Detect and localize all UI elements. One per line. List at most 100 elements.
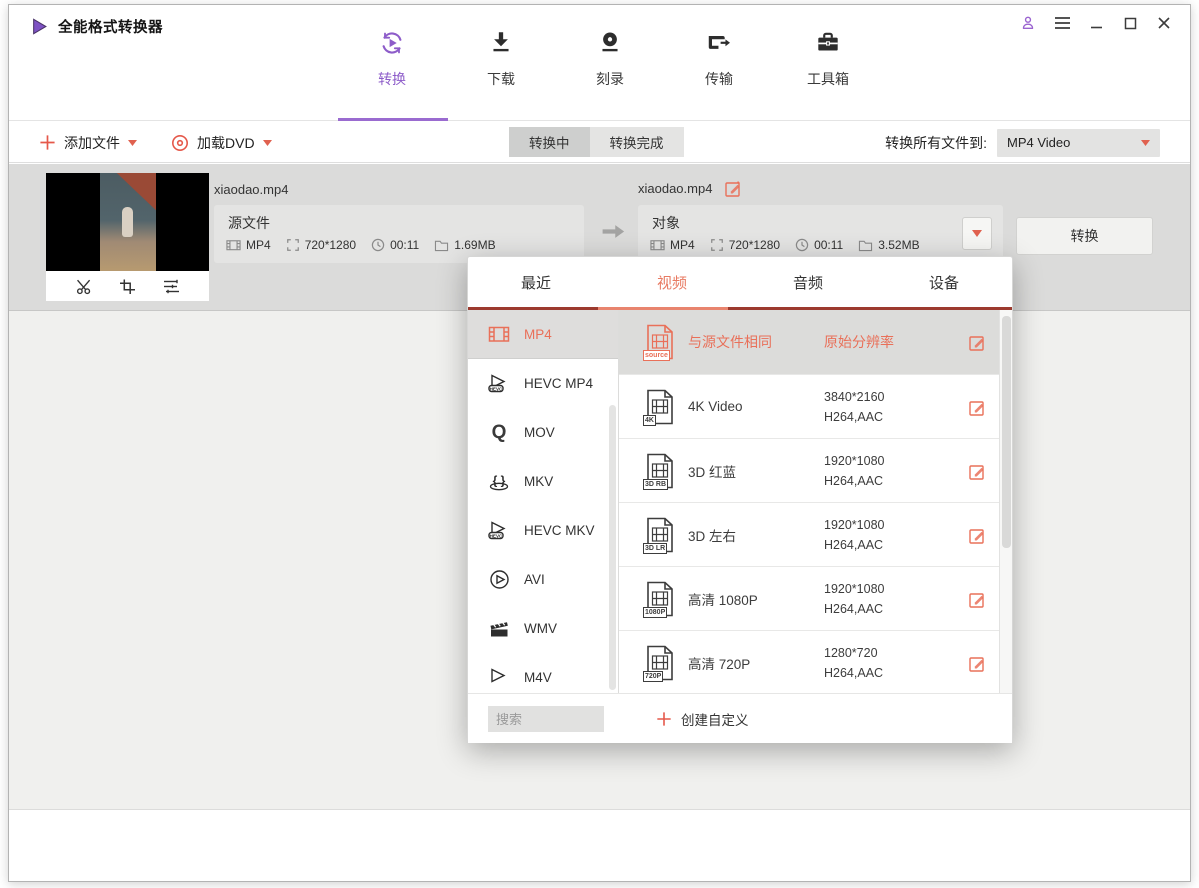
preset-file-icon: 720P <box>646 645 674 681</box>
preset-badge: 720P <box>643 671 663 682</box>
nav-tab-convert[interactable]: 转换 <box>342 29 442 89</box>
search-input[interactable] <box>488 706 604 732</box>
preset-row-hd-720p[interactable]: 720P 高清 720P 1280*720 H264,AAC <box>619 630 1001 693</box>
preset-row-same-as-source[interactable]: source 与源文件相同 原始分辨率 <box>619 310 1001 374</box>
tab-converting[interactable]: 转换中 <box>509 127 590 157</box>
convert-icon <box>378 29 406 62</box>
edit-preset-icon[interactable] <box>968 654 986 677</box>
menu-icon[interactable] <box>1050 13 1074 33</box>
edit-preset-icon[interactable] <box>968 333 986 356</box>
output-format-select[interactable]: MP4 Video <box>997 129 1160 157</box>
crop-icon[interactable] <box>119 278 136 295</box>
preset-row-3d-leftright[interactable]: 3D LR 3D 左右 1920*1080H264,AAC <box>619 502 1001 566</box>
format-label: MP4 <box>524 327 552 342</box>
trim-scissors-icon[interactable] <box>75 277 93 295</box>
popup-tab-audio[interactable]: 音频 <box>740 257 876 307</box>
nav-label-transfer: 传输 <box>705 69 733 89</box>
source-file-icon: source <box>646 324 674 360</box>
format-list-scrollbar[interactable] <box>609 405 616 690</box>
preset-badge: 1080P <box>643 607 667 618</box>
load-dvd-button[interactable]: 加载DVD <box>171 133 272 153</box>
format-item-hevc-mp4[interactable]: HEVC HEVC MP4 <box>468 359 618 408</box>
nav-label-burn: 刻录 <box>596 69 624 89</box>
avi-play-circle-icon <box>487 569 511 590</box>
preset-row-hd-1080p[interactable]: 1080P 高清 1080P 1920*1080H264,AAC <box>619 566 1001 630</box>
video-thumbnail[interactable] <box>46 173 209 271</box>
edit-preset-icon[interactable] <box>968 526 986 549</box>
format-label: MOV <box>524 425 555 440</box>
plus-icon <box>656 711 672 727</box>
preset-file-icon: 4K <box>646 389 674 425</box>
m4v-play-icon <box>487 667 511 689</box>
preset-codec: H264,AAC <box>824 666 883 680</box>
minimize-button[interactable] <box>1084 13 1108 33</box>
popup-tab-device[interactable]: 设备 <box>876 257 1012 307</box>
target-format: MP4 <box>670 238 695 252</box>
format-item-mkv[interactable]: { } MKV <box>468 457 618 506</box>
film-icon <box>650 238 665 252</box>
toolbar: 添加文件 加载DVD 转换中 转换完成 转换所有文件到: MP <box>9 122 1190 163</box>
preset-badge: 3D LR <box>643 543 667 554</box>
preset-resolution: 3840*2160 <box>824 390 884 404</box>
bottom-bar: 输出 E:\全能格式转换器\Converted 合并全部视频 全部转换 <box>9 809 1190 882</box>
format-list: MP4 HEVC HEVC MP4 Q MOV { } MKV <box>468 310 618 693</box>
source-duration: 00:11 <box>390 238 419 252</box>
format-item-hevc-mkv[interactable]: HEVC HEVC MKV <box>468 506 618 555</box>
format-item-mov[interactable]: Q MOV <box>468 408 618 457</box>
format-item-m4v[interactable]: M4V <box>468 653 618 693</box>
target-duration: 00:11 <box>814 238 843 252</box>
convert-all-to-label: 转换所有文件到: <box>885 133 987 153</box>
add-file-label: 添加文件 <box>64 133 120 153</box>
edit-preset-icon[interactable] <box>968 590 986 613</box>
nav-tab-burn[interactable]: 刻录 <box>560 29 660 89</box>
popup-tab-recent[interactable]: 最近 <box>468 257 604 307</box>
edit-preset-icon[interactable] <box>968 462 986 485</box>
header: 全能格式转换器 <box>9 5 1190 121</box>
target-format-dropdown-button[interactable] <box>962 217 992 250</box>
format-label: HEVC MP4 <box>524 376 593 391</box>
download-icon <box>487 29 515 62</box>
preset-file-icon: 3D LR <box>646 517 674 553</box>
nav-tab-transfer[interactable]: 传输 <box>669 29 769 89</box>
add-file-button[interactable]: 添加文件 <box>39 133 137 153</box>
effects-adjust-icon[interactable] <box>162 278 181 295</box>
user-account-icon[interactable] <box>1016 13 1040 33</box>
preset-resolution: 1920*1080 <box>824 454 884 468</box>
hevc-play-icon: HEVC <box>487 520 511 542</box>
preset-list: source 与源文件相同 原始分辨率 4K 4K Video 3840*216… <box>619 310 1001 693</box>
nav-tab-toolbox[interactable]: 工具箱 <box>778 29 878 89</box>
format-item-mp4[interactable]: MP4 <box>468 310 618 359</box>
preset-row-3d-redblue[interactable]: 3D RB 3D 红蓝 1920*1080H264,AAC <box>619 438 1001 502</box>
load-dvd-caret-icon[interactable] <box>263 140 272 146</box>
convert-button[interactable]: 转换 <box>1016 217 1153 255</box>
preset-list-scrollbar[interactable] <box>999 310 1012 693</box>
nav-tab-download[interactable]: 下载 <box>451 29 551 89</box>
preset-badge: 4K <box>643 415 656 426</box>
create-custom-button[interactable]: 创建自定义 <box>656 706 749 732</box>
duration-icon <box>371 238 385 252</box>
rename-edit-icon[interactable] <box>724 179 742 197</box>
target-info-panel: 对象 MP4 720*1280 00:11 3.52MB <box>638 205 1003 263</box>
preset-row-4k[interactable]: 4K 4K Video 3840*2160H264,AAC <box>619 374 1001 438</box>
tab-finished[interactable]: 转换完成 <box>590 127 684 157</box>
format-label: AVI <box>524 572 545 587</box>
preset-name: 与源文件相同 <box>688 332 824 352</box>
add-file-caret-icon[interactable] <box>128 140 137 146</box>
edit-preset-icon[interactable] <box>968 398 986 421</box>
preset-name: 高清 720P <box>688 653 824 673</box>
maximize-button[interactable] <box>1118 13 1142 33</box>
source-format: MP4 <box>246 238 271 252</box>
preset-resolution: 1920*1080 <box>824 582 884 596</box>
svg-text:{ }: { } <box>493 473 506 487</box>
popup-tab-video[interactable]: 视频 <box>604 257 740 307</box>
format-item-wmv[interactable]: WMV <box>468 604 618 653</box>
nav-label-convert: 转换 <box>378 69 406 89</box>
scrollbar-thumb[interactable] <box>1002 316 1011 548</box>
target-resolution: 720*1280 <box>729 238 780 252</box>
format-item-avi[interactable]: AVI <box>468 555 618 604</box>
close-button[interactable] <box>1152 13 1176 33</box>
source-size: 1.69MB <box>454 238 495 252</box>
preset-resolution: 原始分辨率 <box>824 332 894 352</box>
preset-resolution: 1280*720 <box>824 646 878 660</box>
hevc-play-icon: HEVC <box>487 373 511 395</box>
